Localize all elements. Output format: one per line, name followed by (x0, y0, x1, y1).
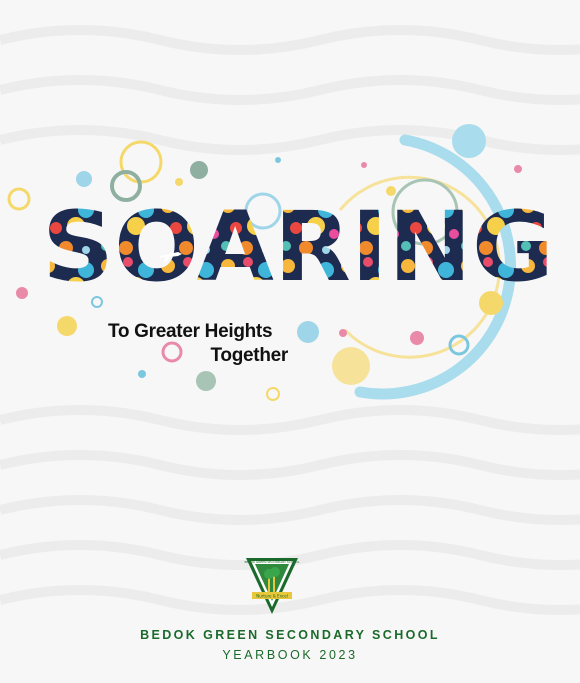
yearbook-label: YEARBOOK 2023 (222, 648, 358, 662)
yearbook-cover: SOARING To Greater Heights Together BEDO… (0, 0, 580, 683)
svg-text:Nurture & Excel: Nurture & Excel (256, 594, 288, 599)
title-text: SOARING (42, 196, 554, 303)
school-crest-icon: BEDOK GREEN SECONDARY SCHOOL Nurture & E… (244, 558, 300, 614)
subtitle: To Greater Heights Together (108, 320, 288, 368)
school-name: BEDOK GREEN SECONDARY SCHOOL (140, 628, 440, 642)
subtitle-line-1: To Greater Heights (108, 321, 273, 342)
subtitle-line-2: Together (210, 345, 289, 366)
svg-text:BEDOK GREEN SECONDARY SCHOOL: BEDOK GREEN SECONDARY SCHOOL (244, 560, 299, 564)
title-soaring: SOARING (42, 196, 554, 303)
